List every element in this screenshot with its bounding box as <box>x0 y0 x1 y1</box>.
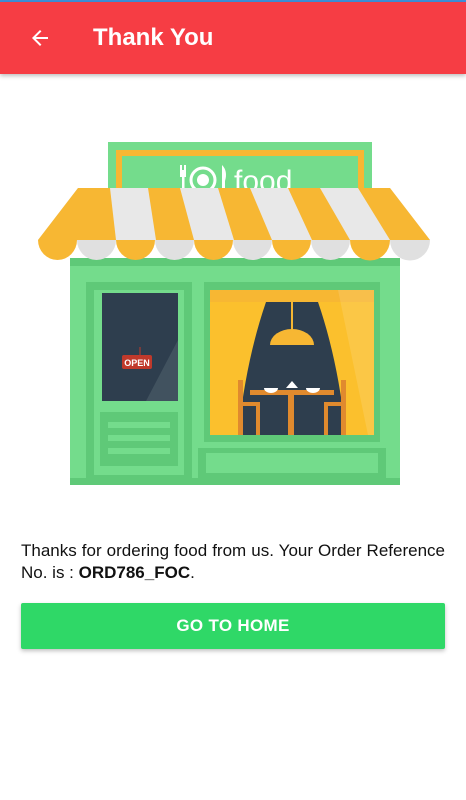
back-button[interactable] <box>10 2 70 74</box>
open-sign-text: OPEN <box>124 358 150 368</box>
food-store-illustration: food OPEN <box>38 142 430 485</box>
store-door: OPEN <box>86 282 192 482</box>
awning <box>38 188 430 261</box>
app-bar: Thank You <box>0 2 466 74</box>
store-window <box>204 282 380 442</box>
table <box>250 390 334 395</box>
order-confirmation-message: Thanks for ordering food from us. Your O… <box>21 540 445 584</box>
page-title: Thank You <box>93 24 214 51</box>
arrow-left-icon <box>32 30 48 46</box>
order-reference: ORD786_FOC <box>78 563 191 582</box>
go-to-home-button[interactable]: GO TO HOME <box>21 603 445 649</box>
message-suffix: . <box>190 563 195 582</box>
